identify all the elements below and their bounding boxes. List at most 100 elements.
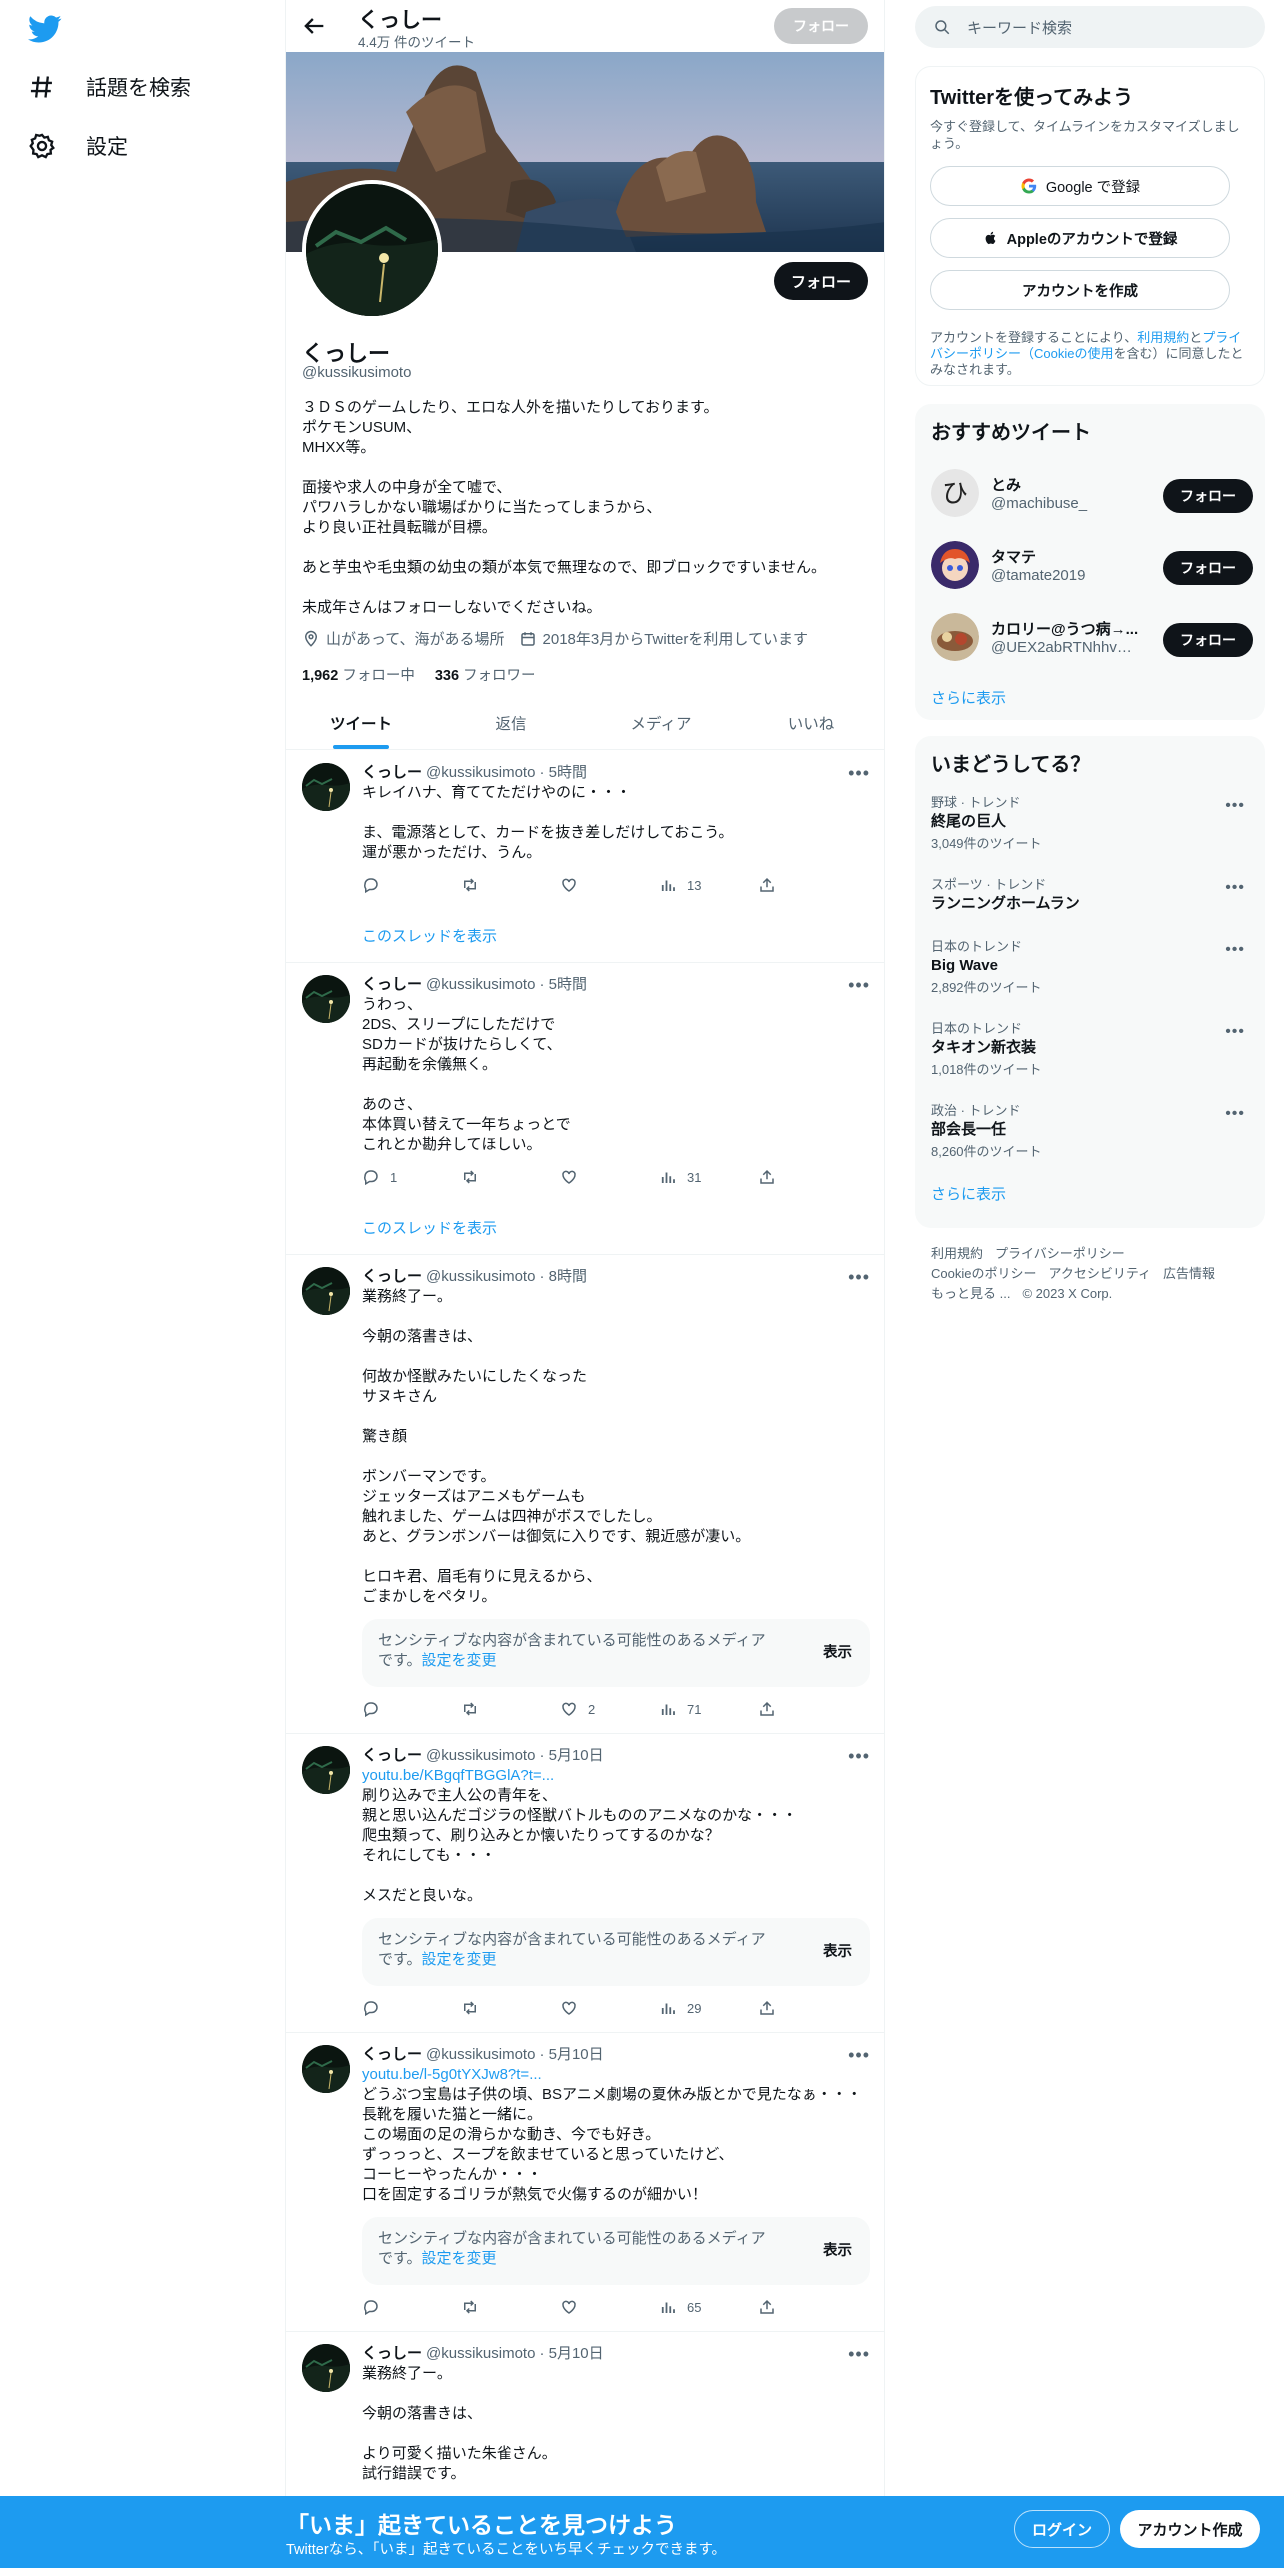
tweet-author-handle[interactable]: @kussikusimoto [426, 763, 535, 783]
tweet-link[interactable]: youtu.be/KBgqfTBGGlA?t=... [362, 1766, 870, 1786]
share-button[interactable] [758, 876, 782, 894]
tweet-author-name[interactable]: くっしー [362, 2045, 422, 2065]
tweet-time[interactable]: · 8時間 [539, 1267, 587, 1287]
following-link[interactable]: 1,962 フォロー中 [302, 664, 415, 685]
recommended-user[interactable]: タマテ @tamate2019 フォロー [915, 529, 1265, 601]
more-icon[interactable]: ••• [848, 763, 870, 784]
avatar[interactable] [302, 2344, 350, 2392]
reply-button[interactable] [362, 876, 432, 894]
tab-replies[interactable]: 返信 [436, 696, 586, 749]
twitter-logo-icon[interactable] [28, 12, 62, 46]
recommended-more-link[interactable]: さらに表示 [915, 673, 1265, 722]
signup-button[interactable]: アカウント作成 [1120, 2510, 1260, 2548]
like-button[interactable] [560, 2298, 630, 2316]
trend-item[interactable]: スポーツ · トレンド ランニングホームラン ••• [915, 871, 1265, 933]
trend-item[interactable]: 日本のトレンド タキオン新衣装 1,018件のツイート ••• [915, 1015, 1265, 1097]
reply-button[interactable] [362, 1999, 432, 2017]
footer-terms[interactable]: 利用規約 [931, 1246, 983, 1261]
tweet-author-name[interactable]: くっしー [362, 1746, 422, 1766]
more-icon[interactable]: ••• [1225, 797, 1245, 815]
nav-explore[interactable]: 話題を検索 [28, 72, 191, 102]
trends-more-link[interactable]: さらに表示 [915, 1179, 1265, 1218]
avatar[interactable] [302, 975, 350, 1023]
avatar[interactable] [302, 1746, 350, 1794]
views-button[interactable]: 13 [659, 876, 729, 894]
like-button[interactable] [560, 876, 630, 894]
tweet-author-handle[interactable]: @kussikusimoto [426, 2045, 535, 2065]
footer-privacy[interactable]: プライバシーポリシー [995, 1246, 1125, 1261]
tab-likes[interactable]: いいね [736, 696, 884, 749]
nav-settings[interactable]: 設定 [28, 131, 128, 161]
create-account-button[interactable]: アカウントを作成 [930, 270, 1230, 310]
recommended-follow-button[interactable]: フォロー [1163, 551, 1253, 585]
reply-button[interactable] [362, 1700, 432, 1718]
tweet-item[interactable]: くっしー @kussikusimoto · 5月10日 ••• youtu.be/l-5… [286, 2033, 884, 2332]
recommended-follow-button[interactable]: フォロー [1163, 623, 1253, 657]
avatar[interactable] [302, 763, 350, 811]
more-icon[interactable]: ••• [1225, 941, 1245, 959]
tweet-time[interactable]: · 5時間 [539, 763, 587, 783]
tweet-item[interactable]: くっしー @kussikusimoto · 8時間 ••• 業務終了ー。 今朝の落書きは… [286, 1255, 884, 1734]
change-settings-link[interactable]: 設定を変更 [422, 1652, 497, 1669]
like-button[interactable]: 2 [560, 1700, 630, 1718]
views-button[interactable]: 31 [659, 1168, 729, 1186]
footer-accessibility[interactable]: アクセシビリティ [1048, 1266, 1151, 1281]
retweet-button[interactable] [461, 1700, 531, 1718]
back-arrow-icon[interactable] [300, 12, 328, 40]
tweet-item[interactable]: くっしー @kussikusimoto · 5月10日 ••• youtu.be/KBg… [286, 1734, 884, 2033]
tab-media[interactable]: メディア [586, 696, 736, 749]
more-icon[interactable]: ••• [1225, 879, 1245, 897]
show-media-button[interactable]: 表示 [823, 1643, 852, 1663]
change-settings-link[interactable]: 設定を変更 [422, 2250, 497, 2267]
tweet-item[interactable]: くっしー @kussikusimoto · 5月10日 ••• 業務終了ー。 今朝の落書… [286, 2332, 884, 2497]
trend-item[interactable]: 日本のトレンド Big Wave 2,892件のツイート ••• [915, 933, 1265, 1015]
followers-link[interactable]: 336 フォロワー [435, 664, 536, 685]
tweet-time[interactable]: · 5月10日 [539, 2344, 603, 2364]
tweet-author-handle[interactable]: @kussikusimoto [426, 975, 535, 995]
login-button[interactable]: ログイン [1014, 2510, 1110, 2548]
share-button[interactable] [758, 1999, 782, 2017]
tweet-time[interactable]: · 5月10日 [539, 2045, 603, 2065]
tweet-link[interactable]: youtu.be/l-5g0tYXJw8?t=... [362, 2065, 870, 2085]
profile-avatar[interactable] [302, 180, 442, 320]
views-button[interactable]: 71 [659, 1700, 729, 1718]
tweet-author-name[interactable]: くっしー [362, 975, 422, 995]
retweet-button[interactable] [461, 2298, 531, 2316]
retweet-button[interactable] [461, 1999, 531, 2017]
show-thread-link[interactable]: このスレッドを表示 [362, 1217, 870, 1242]
recommended-user[interactable]: カロリー@うつ病→... @UEX2abRTNhhvW... フォロー [915, 601, 1265, 673]
tweet-author-name[interactable]: くっしー [362, 2344, 422, 2364]
footer-cookie[interactable]: Cookieのポリシー [931, 1266, 1036, 1281]
more-icon[interactable]: ••• [848, 2045, 870, 2066]
tweet-time[interactable]: · 5月10日 [539, 1746, 603, 1766]
terms-link[interactable]: 利用規約 [1137, 330, 1189, 345]
profile-follow-button[interactable]: フォロー [774, 262, 868, 300]
show-media-button[interactable]: 表示 [823, 1942, 852, 1962]
like-button[interactable] [560, 1168, 630, 1186]
tweet-author-handle[interactable]: @kussikusimoto [426, 2344, 535, 2364]
show-thread-link[interactable]: このスレッドを表示 [362, 925, 870, 950]
more-icon[interactable]: ••• [848, 1267, 870, 1288]
tab-tweets[interactable]: ツイート [286, 696, 436, 749]
more-icon[interactable]: ••• [848, 2344, 870, 2365]
search-input[interactable]: キーワード検索 [967, 17, 1072, 38]
tweet-time[interactable]: · 5時間 [539, 975, 587, 995]
tweet-author-name[interactable]: くっしー [362, 763, 422, 783]
share-button[interactable] [758, 1700, 782, 1718]
retweet-button[interactable] [461, 1168, 531, 1186]
show-media-button[interactable]: 表示 [823, 2241, 852, 2261]
more-icon[interactable]: ••• [1225, 1023, 1245, 1041]
views-button[interactable]: 65 [659, 2298, 729, 2316]
google-signup-button[interactable]: Google で登録 [930, 166, 1230, 206]
apple-signup-button[interactable]: Appleのアカウントで登録 [930, 218, 1230, 258]
footer-ads[interactable]: 広告情報 [1163, 1266, 1215, 1281]
retweet-button[interactable] [461, 876, 531, 894]
tweet-item[interactable]: くっしー @kussikusimoto · 5時間 ••• キレイハナ、育ててただけやの… [286, 751, 884, 963]
footer-more[interactable]: もっと見る ... [931, 1286, 1010, 1301]
reply-button[interactable] [362, 2298, 432, 2316]
avatar[interactable] [302, 1267, 350, 1315]
avatar[interactable] [302, 2045, 350, 2093]
tweet-author-name[interactable]: くっしー [362, 1267, 422, 1287]
views-button[interactable]: 29 [659, 1999, 729, 2017]
recommended-follow-button[interactable]: フォロー [1163, 479, 1253, 513]
